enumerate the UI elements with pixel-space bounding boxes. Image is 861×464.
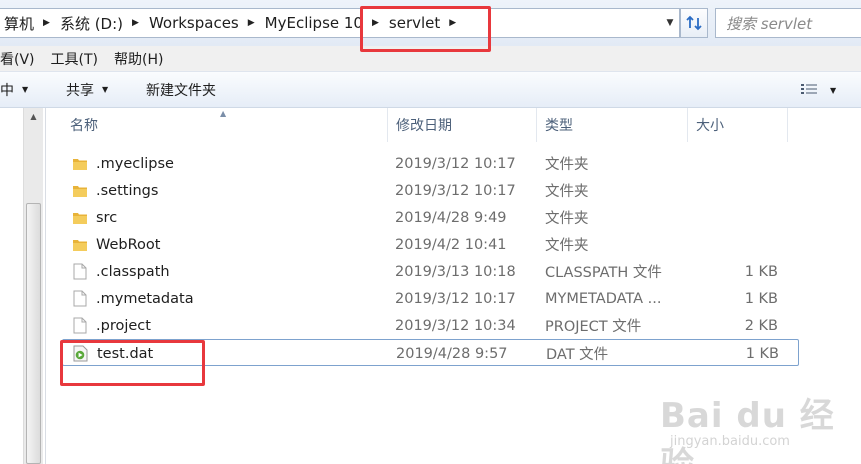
command-toolbar: 中 ▼ 共享 ▼ 新建文件夹 ▼ — [0, 72, 861, 108]
chevron-down-icon: ▼ — [22, 85, 29, 94]
folder-icon — [70, 150, 90, 177]
folder-icon — [70, 231, 90, 258]
scroll-up-arrow-icon[interactable]: ▲ — [24, 112, 43, 124]
file-type: 文件夹 — [545, 157, 589, 173]
chevron-right-icon[interactable]: ▶ — [43, 18, 50, 28]
file-date: 2019/3/12 10:34 — [395, 317, 516, 334]
new-folder-label: 新建文件夹 — [146, 82, 216, 99]
column-label: 类型 — [545, 118, 573, 134]
file-size — [696, 150, 778, 177]
file-name: .mymetadata — [96, 290, 194, 307]
address-history-dropdown-icon[interactable]: ▼ — [661, 9, 679, 37]
file-icon — [70, 312, 90, 339]
file-name: .myeclipse — [96, 155, 174, 172]
file-icon — [70, 285, 90, 312]
column-label: 修改日期 — [396, 118, 452, 134]
view-options-button[interactable]: ▼ — [800, 78, 855, 102]
column-header-date[interactable]: 修改日期 — [388, 108, 537, 142]
breadcrumb-computer[interactable]: 算机 ▶ — [0, 9, 56, 37]
include-in-library-button[interactable]: 中 ▼ — [0, 80, 28, 100]
file-row-src[interactable]: src 2019/4/28 9:49 文件夹 — [46, 204, 861, 231]
annotation-box-address — [360, 6, 491, 52]
chevron-right-icon[interactable]: ▶ — [132, 18, 139, 28]
chevron-right-icon[interactable]: ▶ — [248, 18, 255, 28]
file-name: .settings — [96, 182, 159, 199]
menu-help[interactable]: 帮助(H) — [106, 49, 171, 69]
file-type: DAT 文件 — [546, 347, 609, 363]
annotation-box-file — [60, 340, 205, 386]
column-header-row: 名称 ▲ 修改日期 类型 大小 — [46, 108, 861, 142]
refresh-button[interactable] — [680, 8, 708, 38]
column-header-size[interactable]: 大小 — [688, 108, 788, 142]
file-size — [696, 177, 778, 204]
file-date: 2019/3/12 10:17 — [395, 155, 516, 172]
chevron-down-icon[interactable]: ▼ — [830, 86, 836, 95]
file-type: MYMETADATA ... — [545, 290, 662, 307]
address-bar[interactable]: 算机 ▶ 系统 (D:) ▶ Workspaces ▶ MyEclipse 10… — [0, 8, 680, 38]
file-row-mymetadata[interactable]: .mymetadata 2019/3/12 10:17 MYMETADATA .… — [46, 285, 861, 312]
breadcrumb-label: 系统 (D:) — [59, 14, 124, 33]
file-row-webroot[interactable]: WebRoot 2019/4/2 10:41 文件夹 — [46, 231, 861, 258]
navigation-scrollbar[interactable]: ▲ — [23, 108, 43, 464]
file-row-classpath[interactable]: .classpath 2019/3/13 10:18 CLASSPATH 文件 … — [46, 258, 861, 285]
search-placeholder: 搜索 servlet — [726, 14, 813, 33]
share-label: 共享 — [66, 82, 94, 99]
breadcrumb-label: MyEclipse 10 — [264, 14, 363, 32]
refresh-icon — [686, 15, 702, 31]
file-name: src — [96, 209, 118, 226]
baidu-watermark: Bai du 经验 jingyan.baidu.com — [660, 378, 860, 464]
file-row-project[interactable]: .project 2019/3/12 10:34 PROJECT 文件 2 KB — [46, 312, 861, 339]
file-name: .project — [96, 317, 151, 334]
new-folder-button[interactable]: 新建文件夹 — [146, 80, 216, 100]
search-input[interactable]: 搜索 servlet — [715, 8, 861, 38]
navigation-pane: ▲ — [0, 108, 46, 464]
share-button[interactable]: 共享 ▼ — [66, 80, 108, 100]
file-size — [696, 204, 778, 231]
file-name: .classpath — [96, 263, 170, 280]
file-size: 2 KB — [744, 317, 778, 334]
column-label: 名称 — [70, 118, 98, 134]
file-type: 文件夹 — [545, 184, 589, 200]
sort-ascending-icon: ▲ — [220, 109, 227, 118]
menu-view[interactable]: 看(V) — [0, 49, 43, 69]
breadcrumb-label: 算机 — [4, 14, 35, 33]
chevron-down-icon: ▼ — [102, 85, 109, 94]
file-row-myeclipse[interactable]: .myeclipse 2019/3/12 10:17 文件夹 — [46, 150, 861, 177]
file-date: 2019/4/2 10:41 — [395, 236, 507, 253]
watermark-brand: Bai du 经验 — [660, 396, 835, 464]
folder-icon — [70, 177, 90, 204]
include-label: 中 — [0, 82, 14, 99]
details-view-icon — [801, 84, 817, 94]
file-date: 2019/4/28 9:57 — [396, 345, 508, 362]
column-header-type[interactable]: 类型 — [537, 108, 688, 142]
file-size — [696, 231, 778, 258]
watermark-url: jingyan.baidu.com — [670, 434, 790, 449]
file-type: PROJECT 文件 — [545, 319, 642, 335]
file-size: 1 KB — [745, 345, 779, 362]
file-size: 1 KB — [744, 263, 778, 280]
file-date: 2019/3/12 10:17 — [395, 290, 516, 307]
file-date: 2019/3/13 10:18 — [395, 263, 516, 280]
breadcrumb-workspaces[interactable]: Workspaces ▶ — [145, 9, 261, 37]
file-date: 2019/4/28 9:49 — [395, 209, 507, 226]
file-name: WebRoot — [96, 236, 161, 253]
file-date: 2019/3/12 10:17 — [395, 182, 516, 199]
file-type: 文件夹 — [545, 211, 589, 227]
file-type: CLASSPATH 文件 — [545, 265, 662, 281]
file-row-settings[interactable]: .settings 2019/3/12 10:17 文件夹 — [46, 177, 861, 204]
file-icon — [70, 258, 90, 285]
menu-tools[interactable]: 工具(T) — [43, 49, 106, 69]
folder-icon — [70, 204, 90, 231]
breadcrumb-label: Workspaces — [148, 14, 239, 32]
column-label: 大小 — [696, 118, 724, 134]
file-type: 文件夹 — [545, 238, 589, 254]
file-size: 1 KB — [744, 290, 778, 307]
file-list: .myeclipse 2019/3/12 10:17 文件夹 .settings… — [46, 150, 861, 366]
scrollbar-thumb[interactable] — [26, 203, 41, 464]
breadcrumb-drive[interactable]: 系统 (D:) ▶ — [56, 9, 145, 37]
